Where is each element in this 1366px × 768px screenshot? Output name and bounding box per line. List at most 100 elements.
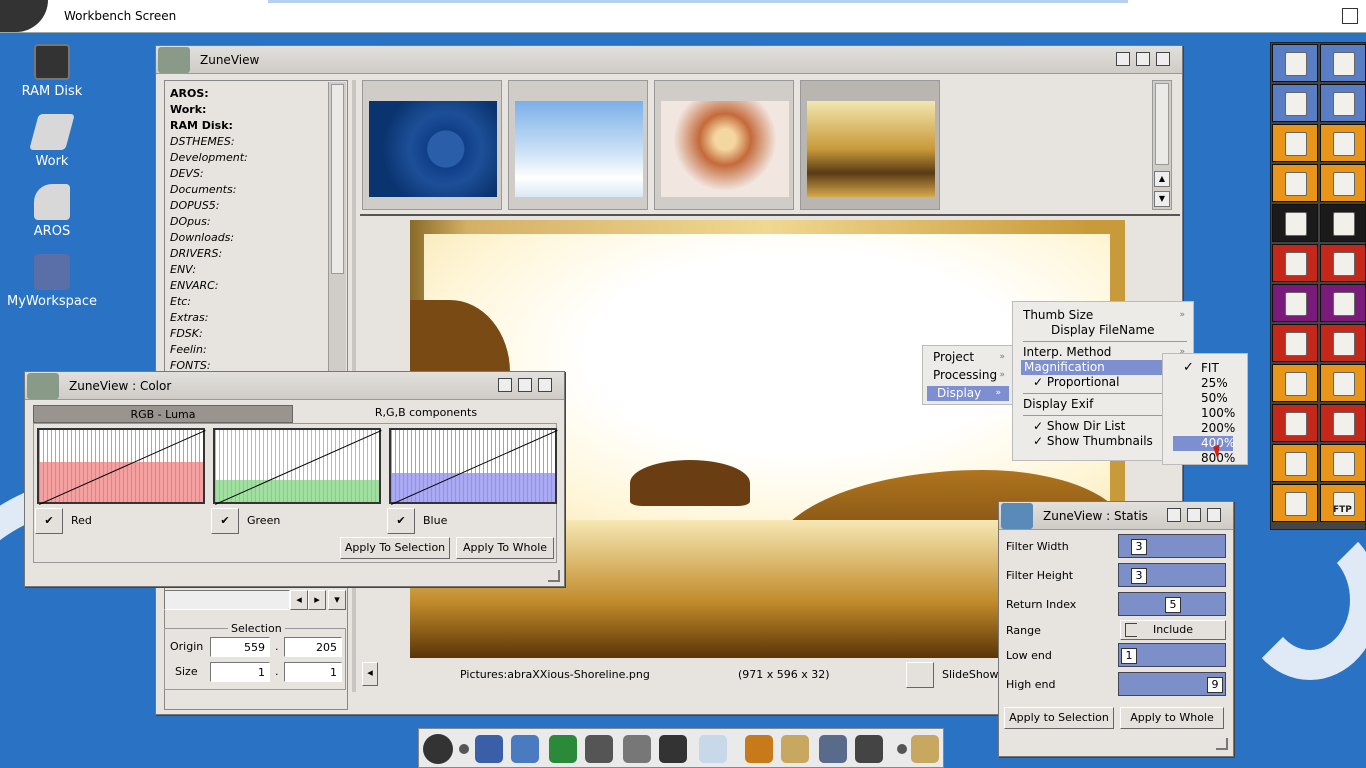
screen-depth-gadget-icon[interactable]: [1342, 8, 1358, 24]
iconify-gadget-icon[interactable]: [518, 378, 532, 392]
dir-item[interactable]: Documents:: [166, 182, 326, 198]
exit-icon[interactable]: [1320, 124, 1366, 162]
origin-y-field[interactable]: 205: [284, 637, 342, 657]
combo-dropdown-icon[interactable]: ▾: [328, 590, 346, 610]
speaker-icon[interactable]: [1320, 404, 1366, 442]
directory-list[interactable]: AROS: Work: RAM Disk: DSTHEMES: Developm…: [166, 86, 326, 376]
histogram-blue[interactable]: [389, 428, 558, 505]
binoculars-icon[interactable]: [855, 735, 883, 763]
list-icon[interactable]: [1272, 404, 1318, 442]
combo-next-arrow-icon[interactable]: ▸: [308, 590, 326, 610]
zuneview-icon[interactable]: [699, 735, 727, 763]
ftp-icon[interactable]: FTP: [1320, 484, 1366, 522]
histogram-red[interactable]: [37, 428, 206, 505]
run-icon[interactable]: [1272, 164, 1318, 202]
dir-item[interactable]: DSTHEMES:: [166, 134, 326, 150]
apply-to-selection-button[interactable]: Apply To Selection: [340, 537, 450, 559]
document-icon[interactable]: [1272, 44, 1318, 82]
dir-item[interactable]: ENV:: [166, 262, 326, 278]
menu-item-mag-800[interactable]: 800%: [1163, 451, 1247, 466]
scrollbar-knob[interactable]: [1155, 83, 1169, 165]
dir-item[interactable]: Etc:: [166, 294, 326, 310]
cube-app-icon[interactable]: [475, 735, 503, 763]
zoom-gadget-icon[interactable]: [1167, 508, 1181, 522]
menu-item-magnification[interactable]: Magnification: [1021, 360, 1163, 375]
dir-item[interactable]: Work:: [166, 102, 326, 118]
box-icon[interactable]: [1272, 84, 1318, 122]
range-cycle-button[interactable]: Include: [1120, 620, 1226, 640]
thumb-scrollbar[interactable]: ▲ ▼: [1152, 80, 1172, 210]
book-icon[interactable]: [549, 735, 577, 763]
thumbnail-item[interactable]: [654, 80, 794, 210]
magnifier-icon[interactable]: [1320, 204, 1366, 242]
menu-item-mag-50[interactable]: 50%: [1163, 391, 1247, 406]
scrollbar-knob[interactable]: [331, 84, 344, 274]
window-title-bar[interactable]: ZuneView : Color: [25, 372, 564, 400]
menu-item-display[interactable]: Display »: [927, 386, 1009, 401]
filter-width-slider[interactable]: 3: [1118, 534, 1226, 558]
gear-icon[interactable]: [819, 735, 847, 763]
dir-item[interactable]: ENVARC:: [166, 278, 326, 294]
dir-item[interactable]: DOPUS5:: [166, 198, 326, 214]
statis-apply-to-selection-button[interactable]: Apply to Selection: [1004, 707, 1114, 729]
menu-item-project[interactable]: Project »: [923, 350, 1013, 365]
pages-icon[interactable]: [1320, 284, 1366, 322]
tab-rgb-components[interactable]: R,G,B components: [295, 403, 557, 423]
blue-channel-checkbox[interactable]: ✔: [387, 508, 415, 534]
aros-logo-icon[interactable]: [423, 734, 453, 764]
size-w-field[interactable]: 1: [210, 662, 270, 682]
depth-gadget-icon[interactable]: [1156, 52, 1170, 66]
desktop-icon-work[interactable]: Work: [2, 114, 102, 169]
scroll-up-icon[interactable]: ▲: [1154, 171, 1170, 187]
trash-icon[interactable]: [1272, 244, 1318, 282]
apply-to-whole-button[interactable]: Apply To Whole: [456, 537, 554, 559]
thumbnail-item[interactable]: [508, 80, 648, 210]
iconify-gadget-icon[interactable]: [1136, 52, 1150, 66]
split-icon[interactable]: [1272, 364, 1318, 402]
desktop-icon-ram-disk[interactable]: RAM Disk: [2, 44, 102, 99]
dir-item[interactable]: RAM Disk:: [166, 118, 326, 134]
menu-item-mag-25[interactable]: 25%: [1163, 376, 1247, 391]
depth-gadget-icon[interactable]: [538, 378, 552, 392]
dir-item[interactable]: DRIVERS:: [166, 246, 326, 262]
paint-icon[interactable]: [1272, 324, 1318, 362]
film-icon[interactable]: [781, 735, 809, 763]
combo-prev-arrow-icon[interactable]: ◂: [290, 590, 308, 610]
filter-height-slider[interactable]: 3: [1118, 563, 1226, 587]
return-index-slider[interactable]: 5: [1118, 592, 1226, 616]
pan-icon[interactable]: [659, 735, 687, 763]
dir-item[interactable]: Downloads:: [166, 230, 326, 246]
dir-item[interactable]: DOpus:: [166, 214, 326, 230]
menu-item-display-filename[interactable]: Display FileName: [1013, 323, 1193, 338]
green-channel-checkbox[interactable]: ✔: [211, 508, 239, 534]
monitor-icon[interactable]: [911, 735, 939, 763]
tab-rgb-luma[interactable]: RGB - Luma: [33, 405, 293, 423]
dir-list-scrollbar[interactable]: [328, 82, 346, 372]
menu-item-mag-100[interactable]: 100%: [1163, 406, 1247, 421]
origin-x-field[interactable]: 559: [210, 637, 270, 657]
high-end-slider[interactable]: 9: [1118, 672, 1226, 696]
path-combo-field[interactable]: [164, 590, 290, 610]
export-icon[interactable]: [1320, 164, 1366, 202]
window-title-bar[interactable]: ZuneView : Statis: [999, 502, 1233, 530]
low-end-slider[interactable]: 1: [1118, 643, 1226, 667]
desktop-icon-myworkspace[interactable]: MyWorkspace: [2, 254, 102, 309]
dir-item[interactable]: FDSK:: [166, 326, 326, 342]
new-note-icon[interactable]: [1272, 284, 1318, 322]
menu-item-mag-200[interactable]: 200%: [1163, 421, 1247, 436]
thumbnail-item[interactable]: [362, 80, 502, 210]
depth-gadget-icon[interactable]: [1207, 508, 1221, 522]
thumbnail-item-selected[interactable]: [800, 80, 940, 210]
package-icon[interactable]: [1320, 324, 1366, 362]
zoom-gadget-icon[interactable]: [1116, 52, 1130, 66]
resize-handle-icon[interactable]: [548, 570, 560, 582]
edit-icon[interactable]: [1272, 444, 1318, 482]
file-icon[interactable]: [1272, 484, 1318, 522]
red-channel-checkbox[interactable]: ✔: [35, 508, 63, 534]
home-icon[interactable]: [1320, 84, 1366, 122]
camera-icon[interactable]: [1272, 204, 1318, 242]
menu-item-thumb-size[interactable]: Thumb Size »: [1013, 308, 1193, 323]
scroll-down-icon[interactable]: ▼: [1154, 191, 1170, 207]
desktop-icon-aros[interactable]: AROS: [2, 184, 102, 239]
statis-apply-to-whole-button[interactable]: Apply to Whole: [1120, 707, 1224, 729]
